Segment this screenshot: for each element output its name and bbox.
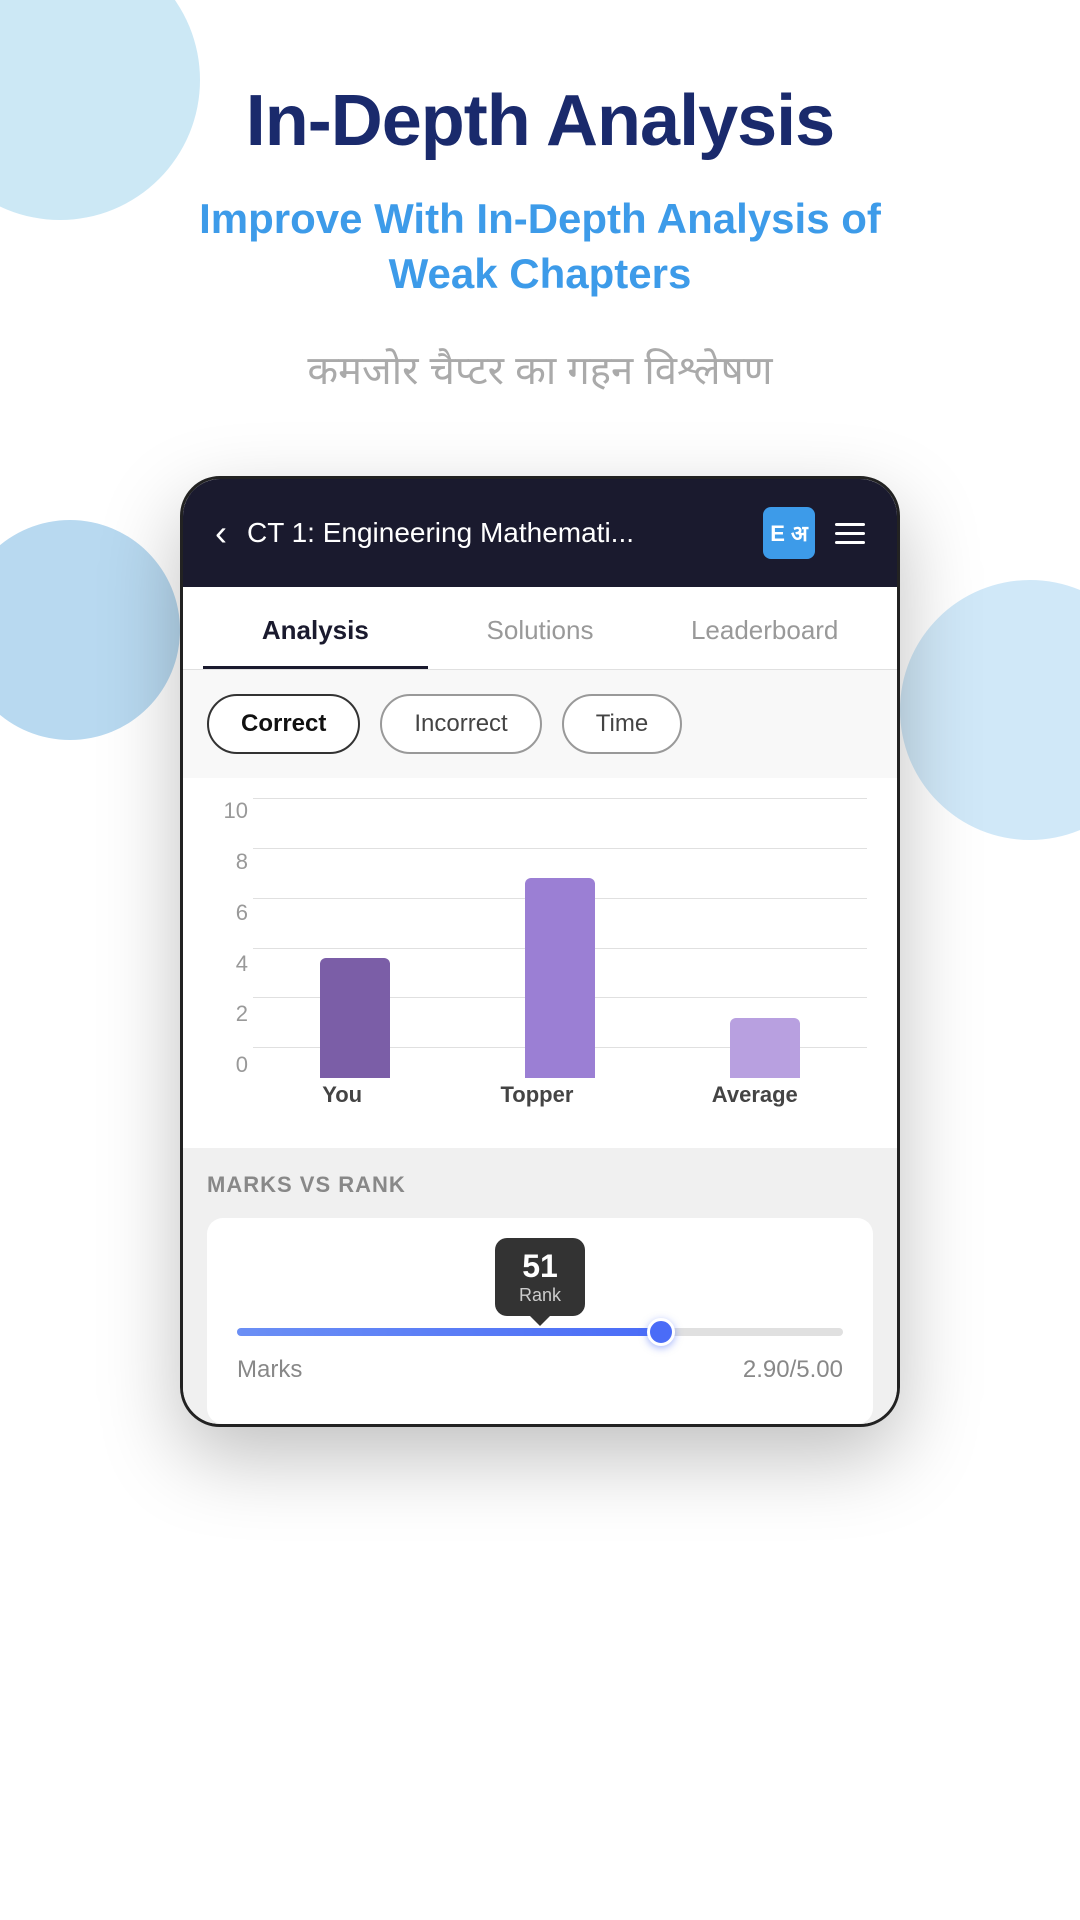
slider-info: Marks 2.90/5.00 [237,1356,843,1394]
marks-label: Marks [237,1356,302,1384]
slider-fill [237,1328,661,1336]
page-main-title: In-Depth Analysis [246,80,834,162]
page-subtitle: Improve With In-Depth Analysis of Weak C… [140,192,940,301]
header-title: CT 1: Engineering Mathemati... [247,517,743,549]
slider-track [237,1328,843,1336]
bar-you [320,958,390,1078]
y-label-6: 6 [213,900,248,926]
bar-label-topper: Topper [500,1082,573,1108]
app-header: ‹ CT 1: Engineering Mathemati... E अ [183,479,897,587]
back-button[interactable]: ‹ [215,512,227,554]
y-label-4: 4 [213,951,248,977]
rank-label: Rank [515,1285,565,1306]
chart-area: 0 2 4 6 8 10 [183,778,897,1148]
tab-analysis[interactable]: Analysis [203,587,428,669]
bar-average [730,1018,800,1078]
menu-line-1 [835,523,865,526]
marks-rank-section: MARKS VS RANK 51 Rank [183,1148,897,1424]
filter-correct[interactable]: Correct [207,694,360,754]
filter-buttons-container: Correct Incorrect Time [183,670,897,778]
tab-solutions[interactable]: Solutions [428,587,653,669]
filter-incorrect[interactable]: Incorrect [380,694,541,754]
marks-rank-title: MARKS VS RANK [207,1172,873,1198]
tab-leaderboard[interactable]: Leaderboard [652,587,877,669]
bar-label-average: Average [712,1082,798,1108]
menu-line-2 [835,532,865,535]
phone-mockup: ‹ CT 1: Engineering Mathemati... E अ Ana… [180,476,900,1427]
tabs-container: Analysis Solutions Leaderboard [183,587,897,670]
brand-icon: E अ [763,507,815,559]
y-label-2: 2 [213,1001,248,1027]
slider-thumb[interactable] [647,1318,675,1346]
bar-topper-group [525,878,595,1078]
filter-time[interactable]: Time [562,694,682,754]
bar-label-you: You [322,1082,362,1108]
marks-value: 2.90/5.00 [743,1356,843,1384]
menu-button[interactable] [835,523,865,544]
rank-tooltip: 51 Rank [495,1238,585,1316]
bar-average-group [730,1018,800,1078]
y-label-8: 8 [213,849,248,875]
bar-you-group [320,958,390,1078]
menu-line-3 [835,541,865,544]
y-label-10: 10 [213,798,248,824]
bar-topper [525,878,595,1078]
y-label-0: 0 [213,1052,248,1078]
marks-rank-card: 51 Rank Marks 2.90/5.00 [207,1218,873,1424]
slider-container [237,1328,843,1336]
hindi-subtitle: कमजोर चैप्टर का गहन विश्लेषण [307,341,772,396]
rank-number: 51 [515,1248,565,1285]
